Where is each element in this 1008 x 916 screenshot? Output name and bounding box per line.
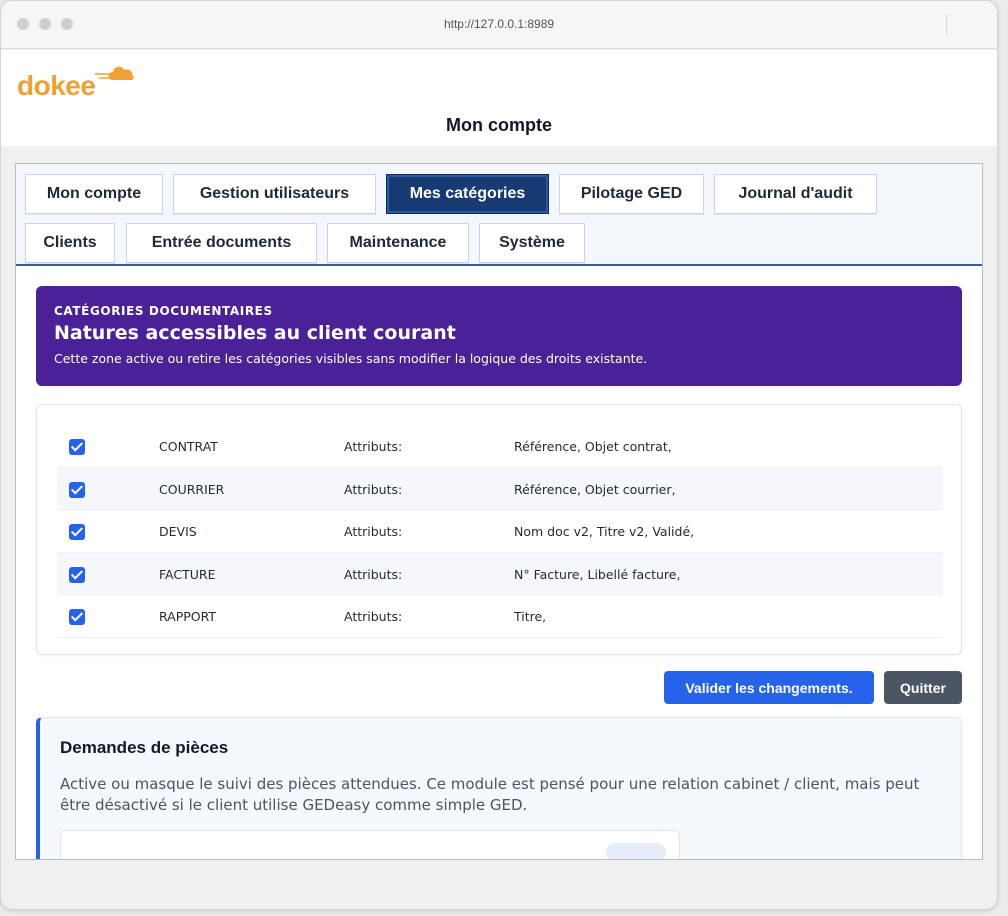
category-checkbox[interactable] [69, 481, 85, 498]
demandes-title: Demandes de pièces [60, 738, 229, 757]
quit-button[interactable]: Quitter [884, 671, 962, 704]
attributes-label: Attributs: [344, 481, 403, 497]
table-row: FACTURE Attributs: N° Facture, Libellé f… [57, 552, 943, 595]
table-row: RAPPORT Attributs: Titre, [57, 595, 943, 638]
attributes-value: Titre, [514, 609, 547, 624]
category-name: RAPPORT [159, 609, 217, 624]
toolbar-divider [946, 15, 947, 35]
tab-bar: Mon compte Gestion utilisateurs Mes caté… [16, 164, 982, 266]
banner-title: Natures accessibles au client courant [54, 322, 456, 344]
logo: dokee [17, 70, 96, 101]
table-row: COURRIER Attributs: Référence, Objet cou… [57, 467, 943, 510]
attributes-label: Attributs: [344, 439, 403, 454]
banner-description: Cette zone active ou retire les catégori… [54, 351, 648, 366]
attributes-value: Nom doc v2, Titre v2, Validé, [514, 524, 695, 539]
app-header: dokee Mon compte [1, 50, 997, 146]
category-name: CONTRAT [159, 439, 218, 454]
toggle-pill[interactable] [606, 843, 666, 859]
category-name: DEVIS [159, 524, 197, 539]
banner-kicker: CATÉGORIES DOCUMENTAIRES [54, 304, 273, 318]
tab-mon-compte[interactable]: Mon compte [25, 174, 163, 214]
categories-card: CONTRAT Attributs: Référence, Objet cont… [36, 404, 962, 655]
demandes-pieces-card: Demandes de pièces Active ou masque le s… [36, 717, 962, 859]
table-row: DEVIS Attributs: Nom doc v2, Titre v2, V… [57, 510, 943, 553]
attributes-value: Référence, Objet courrier, [514, 481, 676, 497]
tab-maintenance[interactable]: Maintenance [327, 223, 469, 263]
tab-clients[interactable]: Clients [25, 223, 115, 263]
category-checkbox[interactable] [69, 566, 85, 583]
tab-systeme[interactable]: Système [479, 223, 585, 263]
attributes-label: Attributs: [344, 524, 403, 539]
tab-entree-documents[interactable]: Entrée documents [126, 223, 317, 263]
cloud-logo-icon [95, 66, 134, 81]
browser-window: http://127.0.0.1:8989 dokee Mon compte M… [0, 0, 998, 910]
category-checkbox[interactable] [69, 524, 85, 540]
attributes-value: Référence, Objet contrat, [514, 439, 672, 454]
category-name: COURRIER [159, 481, 225, 497]
demandes-settings-box [60, 830, 680, 859]
tab-mes-categories[interactable]: Mes catégories [386, 174, 549, 214]
tab-journal-audit[interactable]: Journal d'audit [714, 174, 877, 214]
category-checkbox[interactable] [69, 439, 85, 455]
title-bar: http://127.0.0.1:8989 [1, 1, 997, 49]
address-bar[interactable]: http://127.0.0.1:8989 [1, 17, 997, 31]
account-panel: Mon compte Gestion utilisateurs Mes caté… [15, 163, 983, 860]
category-checkbox[interactable] [69, 609, 85, 625]
page-title: Mon compte [446, 115, 552, 135]
categories-banner: CATÉGORIES DOCUMENTAIRES Natures accessi… [36, 286, 962, 386]
validate-changes-button[interactable]: Valider les changements. [664, 671, 874, 704]
table-row: CONTRAT Attributs: Référence, Objet cont… [57, 425, 943, 468]
attributes-label: Attributs: [344, 566, 403, 582]
categories-table: CONTRAT Attributs: Référence, Objet cont… [57, 425, 943, 638]
attributes-value: N° Facture, Libellé facture, [514, 566, 681, 582]
attributes-label: Attributs: [344, 609, 403, 624]
tab-gestion-utilisateurs[interactable]: Gestion utilisateurs [173, 174, 376, 214]
tab-pilotage-ged[interactable]: Pilotage GED [559, 174, 704, 214]
demandes-description: Active ou masque le suivi des pièces att… [60, 775, 920, 814]
category-name: FACTURE [159, 566, 216, 582]
